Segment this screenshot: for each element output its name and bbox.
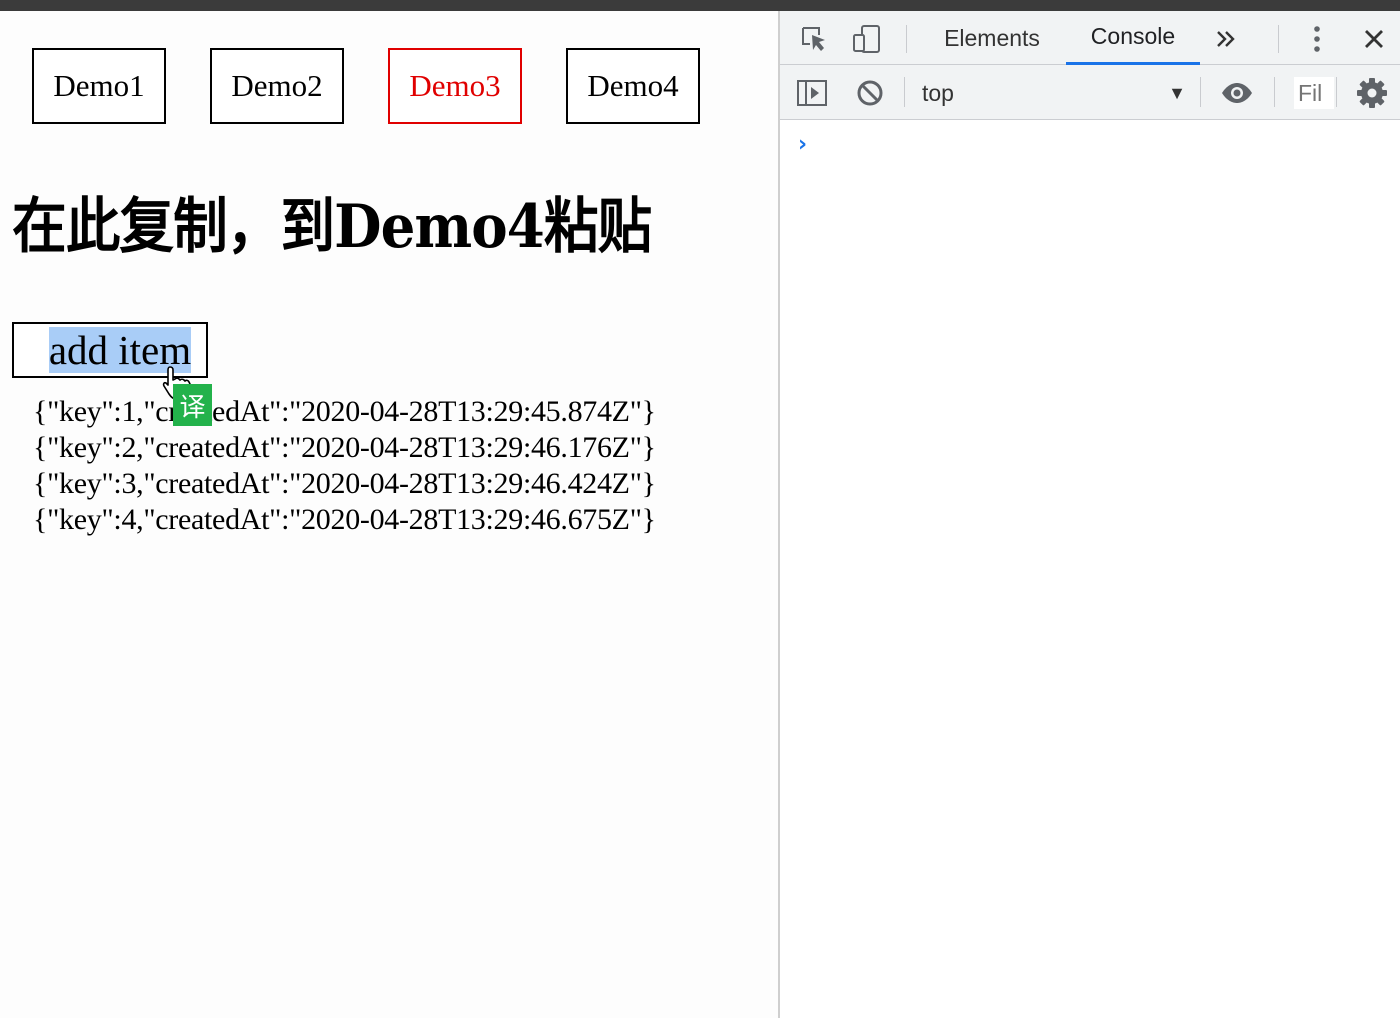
- item-list: {"key":1,"createdAt":"2020-04-28T13:29:4…: [33, 394, 656, 538]
- close-icon[interactable]: [1358, 23, 1390, 55]
- settings-gear-icon[interactable]: [1354, 75, 1390, 111]
- chevron-double-right-icon[interactable]: [1210, 23, 1242, 55]
- console-prompt-icon: ›: [798, 132, 808, 157]
- toolbar-divider: [1200, 77, 1201, 107]
- console-output[interactable]: ›: [780, 120, 1400, 1018]
- list-item: {"key":3,"createdAt":"2020-04-28T13:29:4…: [33, 467, 656, 500]
- page-viewport: Demo1 Demo2 Demo3 Demo4 在此复制，到Demo4粘贴 ad…: [0, 11, 778, 1018]
- toolbar-divider: [1336, 77, 1337, 107]
- device-toolbar-icon[interactable]: [850, 22, 884, 56]
- browser-top-strip: [0, 0, 1400, 11]
- list-item: {"key":4,"createdAt":"2020-04-28T13:29:4…: [33, 503, 656, 536]
- translate-badge[interactable]: 译: [173, 384, 212, 426]
- demo2-button[interactable]: Demo2: [210, 48, 344, 124]
- devtools-panel: Elements Console top ▼ Fil ›: [778, 11, 1400, 1018]
- toolbar-divider: [904, 77, 905, 107]
- demo1-button[interactable]: Demo1: [32, 48, 166, 124]
- tab-elements[interactable]: Elements: [926, 11, 1058, 65]
- demo4-button[interactable]: Demo4: [566, 48, 700, 124]
- inspect-element-icon[interactable]: [798, 23, 830, 55]
- toolbar-divider: [1278, 25, 1279, 53]
- list-item: {"key":2,"createdAt":"2020-04-28T13:29:4…: [33, 431, 656, 464]
- toolbar-divider: [1274, 77, 1275, 107]
- clear-console-icon[interactable]: [852, 75, 888, 111]
- devtools-tab-bar: Elements Console: [780, 11, 1400, 65]
- toolbar-divider: [906, 25, 907, 53]
- list-item: {"key":1,"createdAt":"2020-04-28T13:29:4…: [33, 395, 656, 428]
- dropdown-arrow-icon: ▼: [1168, 83, 1186, 103]
- demo3-button[interactable]: Demo3: [388, 48, 522, 124]
- filter-input[interactable]: [1294, 77, 1334, 109]
- page-heading: 在此复制，到Demo4粘贴: [12, 192, 652, 262]
- tab-console[interactable]: Console: [1066, 11, 1200, 65]
- console-toolbar: top ▼: [780, 65, 1400, 120]
- more-options-icon[interactable]: [1302, 23, 1332, 55]
- live-expression-eye-icon[interactable]: [1218, 75, 1256, 111]
- context-selector-value: top: [922, 79, 954, 106]
- show-sidebar-icon[interactable]: [794, 75, 830, 111]
- context-selector[interactable]: top ▼: [922, 75, 1192, 111]
